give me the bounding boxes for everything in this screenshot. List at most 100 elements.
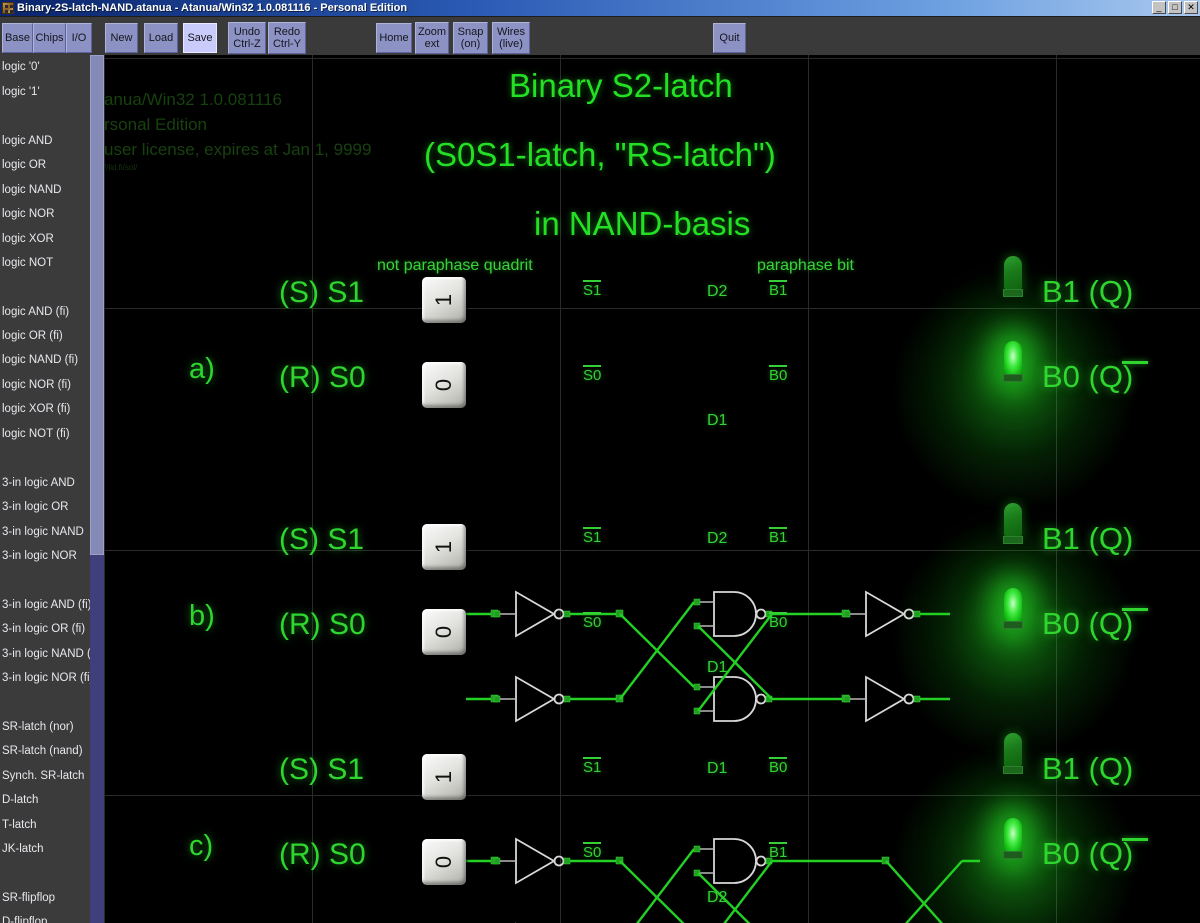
output-led[interactable]: [1000, 818, 1026, 864]
undo-button[interactable]: Undo Ctrl-Z: [228, 22, 266, 54]
new-button[interactable]: New: [105, 23, 138, 53]
led-bulb: [1004, 503, 1022, 537]
palette-item[interactable]: D-flipflop: [2, 915, 90, 923]
palette-item[interactable]: 3-in logic NOR: [2, 549, 90, 563]
led-bulb: [1004, 733, 1022, 767]
wire-signal-label: S1: [583, 280, 602, 299]
palette-item[interactable]: logic AND (fi): [2, 305, 90, 319]
input-switch[interactable]: 1: [422, 524, 466, 570]
palette-item[interactable]: logic NOT (fi): [2, 427, 90, 441]
output-pin-label: B0 (Q): [1042, 359, 1148, 395]
close-icon[interactable]: ✕: [1184, 1, 1198, 14]
gate-designator: D2: [707, 530, 728, 547]
palette-item[interactable]: 3-in logic NAND (fi): [2, 647, 90, 661]
io-button[interactable]: I/O: [66, 23, 92, 53]
input-switch-value: 0: [431, 855, 456, 869]
grid-line-horizontal: [104, 58, 1200, 59]
snap-button[interactable]: Snap (on): [453, 22, 488, 54]
palette-item[interactable]: logic '0': [2, 60, 90, 74]
palette-item[interactable]: 3-in logic NOR (fi): [2, 671, 90, 685]
palette-item[interactable]: D-latch: [2, 793, 90, 807]
watermark-line: user license, expires at Jan 1, 9999: [104, 140, 372, 159]
save-button[interactable]: Save: [183, 23, 217, 53]
palette-item[interactable]: logic XOR (fi): [2, 402, 90, 416]
palette-item[interactable]: logic XOR: [2, 232, 90, 246]
wires-button[interactable]: Wires (live): [492, 22, 530, 54]
output-led[interactable]: [1000, 733, 1026, 779]
component-palette-sidebar[interactable]: logic '0' logic '1' logic AND logic OR logic…: [0, 55, 90, 923]
output-pin-label: B0 (Q): [1042, 836, 1148, 872]
input-pin-label: (R) S0: [279, 608, 366, 641]
wire-layer: [104, 727, 1200, 923]
zoom-ext-label: Zoom: [417, 26, 447, 38]
led-base: [1003, 289, 1023, 297]
redo-button[interactable]: Redo Ctrl-Y: [268, 22, 306, 54]
palette-item[interactable]: logic '1': [2, 85, 90, 99]
schematic-canvas[interactable]: anua/Win32 1.0.081116 rsonal Edition user …: [104, 55, 1200, 923]
home-button[interactable]: Home: [376, 23, 412, 53]
palette-item[interactable]: logic NAND (fi): [2, 353, 90, 367]
input-switch[interactable]: 0: [422, 609, 466, 655]
palette-item[interactable]: logic NAND: [2, 183, 90, 197]
palette-item[interactable]: 3-in logic OR: [2, 500, 90, 514]
input-switch[interactable]: 1: [422, 754, 466, 800]
input-switch-value: 1: [431, 540, 456, 554]
snap-label: Snap: [457, 26, 484, 38]
signal-name: B0: [769, 612, 788, 631]
palette-item[interactable]: logic NOR: [2, 207, 90, 221]
sidebar-scrollbar-thumb[interactable]: [90, 55, 104, 555]
wire-signal-label: S0: [583, 365, 602, 384]
chips-button[interactable]: Chips: [33, 23, 66, 53]
zoom-ext-button[interactable]: Zoom ext: [415, 22, 449, 54]
palette-item[interactable]: SR-latch (nand): [2, 744, 90, 758]
led-bulb: [1004, 588, 1022, 622]
palette-item[interactable]: logic NOR (fi): [2, 378, 90, 392]
palette-item[interactable]: 3-in logic OR (fi): [2, 622, 90, 636]
input-pin-label: (S) S1: [279, 753, 365, 786]
input-switch[interactable]: 1: [422, 277, 466, 323]
palette-item[interactable]: SR-latch (nor): [2, 720, 90, 734]
base-button[interactable]: Base: [2, 23, 33, 53]
signal-name: S1: [583, 757, 602, 776]
output-led[interactable]: [1000, 503, 1026, 549]
palette-item[interactable]: logic NOT: [2, 256, 90, 270]
watermark-line: //iid.fi/sol/: [104, 163, 138, 172]
palette-item[interactable]: logic OR (fi): [2, 329, 90, 343]
output-pin-label: B1 (Q): [1042, 751, 1133, 787]
palette-item[interactable]: logic AND: [2, 134, 90, 148]
output-pin-label: B1 (Q): [1042, 521, 1133, 557]
row-identifier: b): [189, 600, 215, 632]
load-label: Load: [148, 32, 174, 44]
window-controls: _ □ ✕: [1152, 1, 1198, 14]
quit-button[interactable]: Quit: [713, 23, 746, 53]
input-switch-value: 1: [431, 770, 456, 784]
palette-item[interactable]: 3-in logic AND: [2, 476, 90, 490]
output-negation-bar: [1122, 838, 1148, 841]
gate-designator: D1: [707, 760, 728, 777]
output-name: B0 (Q): [1042, 606, 1134, 641]
palette-item[interactable]: JK-latch: [2, 842, 90, 856]
atanua-app-icon: [2, 2, 14, 14]
wire-signal-label: B0: [769, 612, 788, 631]
output-name: B1 (Q): [1042, 751, 1134, 786]
palette-item[interactable]: 3-in logic NAND: [2, 525, 90, 539]
signal-name: B1: [769, 280, 788, 299]
output-led[interactable]: [1000, 256, 1026, 302]
output-led[interactable]: [1000, 341, 1026, 387]
load-button[interactable]: Load: [144, 23, 178, 53]
input-switch[interactable]: 0: [422, 362, 466, 408]
circuit-row: c) (S) S1 1 (R) S0 0 S1 S0 B0 B1 D1 D2 B1 (Q) B0 (Q): [104, 727, 1200, 923]
palette-item[interactable]: 3-in logic AND (fi): [2, 598, 90, 612]
signal-name: S0: [583, 612, 602, 631]
output-led[interactable]: [1000, 588, 1026, 634]
input-switch[interactable]: 0: [422, 839, 466, 885]
watermark-line: anua/Win32 1.0.081116: [104, 90, 283, 109]
palette-item[interactable]: Synch. SR-latch: [2, 769, 90, 783]
output-name: B0 (Q): [1042, 836, 1134, 871]
palette-item[interactable]: T-latch: [2, 818, 90, 832]
palette-item[interactable]: logic OR: [2, 158, 90, 172]
palette-item[interactable]: SR-flipflop: [2, 891, 90, 905]
restore-icon[interactable]: □: [1168, 1, 1182, 14]
minimize-icon[interactable]: _: [1152, 1, 1166, 14]
input-switch-value: 1: [431, 293, 456, 307]
